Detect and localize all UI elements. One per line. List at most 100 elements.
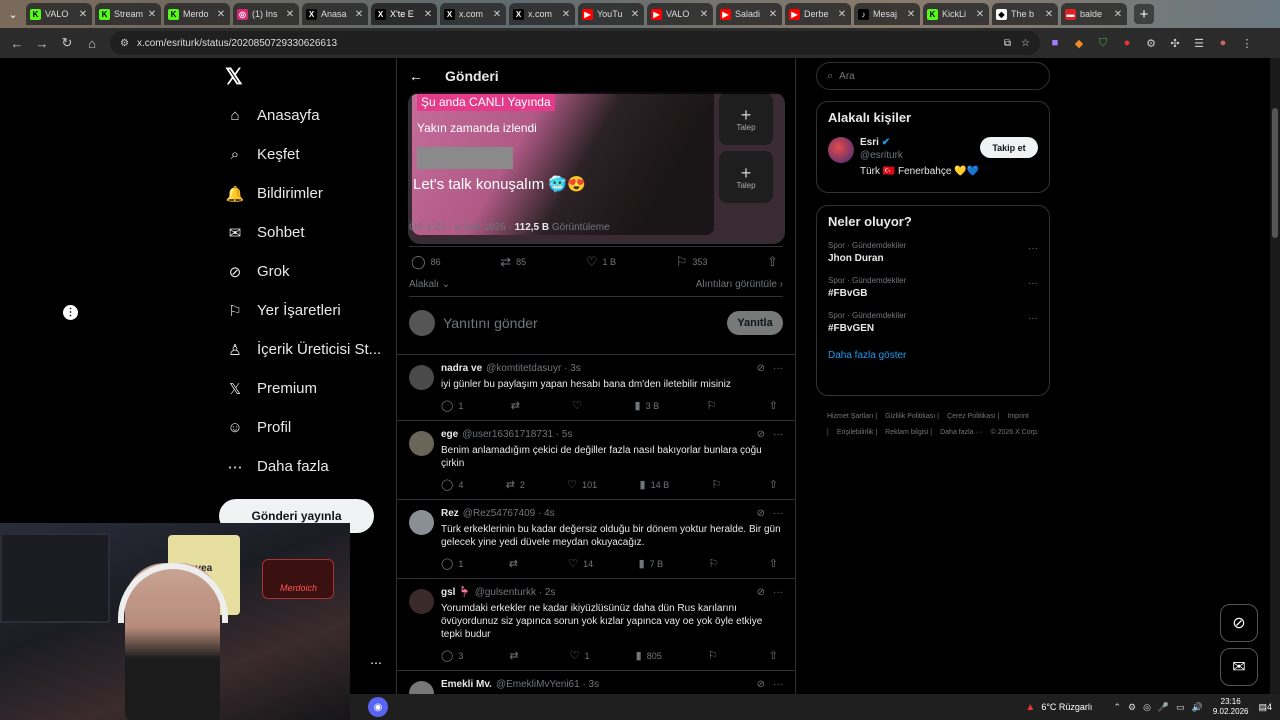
tab-0[interactable]: K VALO ✕ <box>26 3 92 25</box>
share-action[interactable]: ⇧ <box>769 557 783 570</box>
discord-icon[interactable]: ◉ <box>368 697 388 717</box>
extension-icon-gear[interactable]: ⚙ <box>1142 34 1160 52</box>
tab-10[interactable]: ▶ Saladi ✕ <box>716 3 782 25</box>
install-icon[interactable]: ⧉ <box>1004 38 1011 49</box>
views-action[interactable]: ▮ 805 <box>636 649 662 662</box>
bookmark-action[interactable]: ⚐ <box>711 478 726 491</box>
more-icon[interactable]: ··· <box>1028 243 1038 254</box>
reply-author[interactable]: nadra ve <box>441 363 482 374</box>
grok-icon[interactable]: ⊘ <box>757 363 765 374</box>
close-icon[interactable]: ✕ <box>492 9 502 20</box>
tab-6[interactable]: Xx.com ✕ <box>440 3 506 25</box>
footer-link[interactable]: Çerez Politikası | <box>947 413 999 420</box>
footer-link[interactable]: Gizlilik Politikası | <box>885 413 939 420</box>
close-icon[interactable]: ✕ <box>630 9 640 20</box>
grok-icon[interactable]: ⊘ <box>757 429 765 440</box>
trend-item[interactable]: Spor · Gündemdekiler Jhon Duran ··· <box>828 241 1038 264</box>
extension-icon-purple[interactable]: ■ <box>1046 34 1064 52</box>
network-icon[interactable]: ▭ <box>1176 702 1185 713</box>
scrollbar[interactable] <box>1270 58 1280 694</box>
more-icon[interactable]: ··· <box>773 429 783 440</box>
more-icon[interactable]: ··· <box>773 508 783 519</box>
sidebar-item-notifications[interactable]: 🔔 Bildirimler <box>225 174 395 213</box>
back-arrow-icon[interactable]: ← <box>6 32 28 54</box>
home-icon[interactable]: ⌂ <box>81 32 103 54</box>
sidebar-item-chat[interactable]: ✉ Sohbet <box>225 213 395 252</box>
grok-fab-icon[interactable]: ⊘ <box>1220 604 1258 642</box>
mic-icon[interactable]: 🎤 <box>1158 702 1169 713</box>
tray-chevron-icon[interactable]: ⌃ <box>1113 702 1121 713</box>
footer-link[interactable]: Daha fazla ··· <box>940 429 982 436</box>
close-icon[interactable]: ✕ <box>837 9 847 20</box>
reply-handle[interactable]: @EmekliMvYeni61 <box>496 679 580 690</box>
close-icon[interactable]: ✕ <box>699 9 709 20</box>
scrollbar-thumb[interactable] <box>1272 108 1278 238</box>
messages-fab-icon[interactable]: ✉ <box>1220 648 1258 686</box>
reply-action[interactable]: ◯ 86 <box>411 254 441 270</box>
related-dropdown[interactable]: Alakalı ⌄ <box>409 279 450 290</box>
bookmark-action[interactable]: ⚐ <box>707 399 722 412</box>
x-logo-icon[interactable]: 𝕏 <box>225 64 249 89</box>
request-tile-1[interactable]: + Talep <box>719 93 773 145</box>
close-icon[interactable]: ✕ <box>78 9 88 20</box>
like-action[interactable]: ♡ 101 <box>567 478 597 491</box>
close-icon[interactable]: ✕ <box>561 9 571 20</box>
grok-icon[interactable]: ⊘ <box>757 587 765 598</box>
more-icon[interactable]: ··· <box>1028 313 1038 324</box>
extension-icon-orange[interactable]: ◆ <box>1070 34 1088 52</box>
grok-icon[interactable]: ⊘ <box>757 679 765 690</box>
reading-list-icon[interactable]: ☰ <box>1190 34 1208 52</box>
like-action[interactable]: ♡ 1 <box>570 649 590 662</box>
reply-action[interactable]: ◯ 1 <box>441 557 463 570</box>
more-icon[interactable]: ··· <box>773 679 783 690</box>
tab-7[interactable]: Xx.com ✕ <box>509 3 575 25</box>
tab-12[interactable]: ♪ Mesaj ✕ <box>854 3 920 25</box>
bookmark-action[interactable]: ⚐ <box>709 557 724 570</box>
close-icon[interactable]: ✕ <box>216 9 226 20</box>
close-icon[interactable]: ✕ <box>1044 9 1054 20</box>
avatar[interactable] <box>409 365 434 390</box>
more-icon[interactable]: ··· <box>773 587 783 598</box>
close-icon[interactable]: ✕ <box>906 9 916 20</box>
reply-button[interactable]: Yanıtla <box>727 311 783 335</box>
repost-action[interactable]: ⇄ <box>511 399 525 412</box>
follow-button[interactable]: Takip et <box>980 137 1038 158</box>
avatar[interactable] <box>409 589 434 614</box>
reply-action[interactable]: ◯ 3 <box>441 649 463 662</box>
forward-arrow-icon[interactable]: → <box>31 32 53 54</box>
reply-action[interactable]: ◯ 4 <box>441 478 463 491</box>
side-menu-icon[interactable]: ⋮ <box>63 305 78 320</box>
tab-9[interactable]: ▶ VALO ✕ <box>647 3 713 25</box>
close-icon[interactable]: ✕ <box>975 9 985 20</box>
reply-author[interactable]: gsl 🦩 <box>441 587 471 598</box>
sidebar-item-creator-studio[interactable]: ♙ İçerik Üreticisi St... <box>225 330 395 369</box>
extensions-puzzle-icon[interactable]: ✣ <box>1166 34 1184 52</box>
person-row[interactable]: Esri ✔ @esriturk Türk 🇹🇷 Fenerbahçe 💛💙 T… <box>828 137 1038 177</box>
tab-3[interactable]: ◎ (1) Ins ✕ <box>233 3 299 25</box>
reply-action[interactable]: ◯ 1 <box>441 399 463 412</box>
person-name[interactable]: Esri ✔ <box>860 137 980 148</box>
sidebar-item-grok[interactable]: ⊘ Grok <box>225 252 395 291</box>
trend-item[interactable]: Spor · Gündemdekiler #FBvGB ··· <box>828 276 1038 299</box>
repost-action[interactable]: ⇄ 85 <box>500 254 526 270</box>
repost-action[interactable]: ⇄ 2 <box>506 478 525 491</box>
close-icon[interactable]: ✕ <box>354 9 364 20</box>
tab-5[interactable]: X X'te E ✕ <box>371 3 437 25</box>
share-action[interactable]: ⇧ <box>769 649 783 662</box>
tab-list-chevron-icon[interactable]: ⌄ <box>4 5 22 23</box>
reply-handle[interactable]: @komtitetdasuyr <box>486 363 561 374</box>
address-bar[interactable]: ⚙ x.com/esriturk/status/2020850729330626… <box>110 31 1040 55</box>
back-arrow-icon[interactable]: ← <box>409 68 423 84</box>
views-action[interactable]: ▮ 7 B <box>639 557 664 570</box>
reply-author[interactable]: ege <box>441 429 458 440</box>
close-icon[interactable]: ✕ <box>285 9 295 20</box>
avatar[interactable] <box>828 137 854 163</box>
bookmark-action[interactable]: ⚐ <box>708 649 723 662</box>
sidebar-item-profile[interactable]: ☺ Profil <box>225 408 395 447</box>
clock[interactable]: 23:16 9.02.2026 <box>1213 697 1249 717</box>
extension-icon-shield[interactable]: ⛉ <box>1094 34 1112 52</box>
reply-handle[interactable]: @user16361718731 <box>462 429 553 440</box>
grok-icon[interactable]: ⊘ <box>757 508 765 519</box>
browser-menu-icon[interactable]: ⋮ <box>1238 34 1256 52</box>
tab-13[interactable]: K KickLi ✕ <box>923 3 989 25</box>
